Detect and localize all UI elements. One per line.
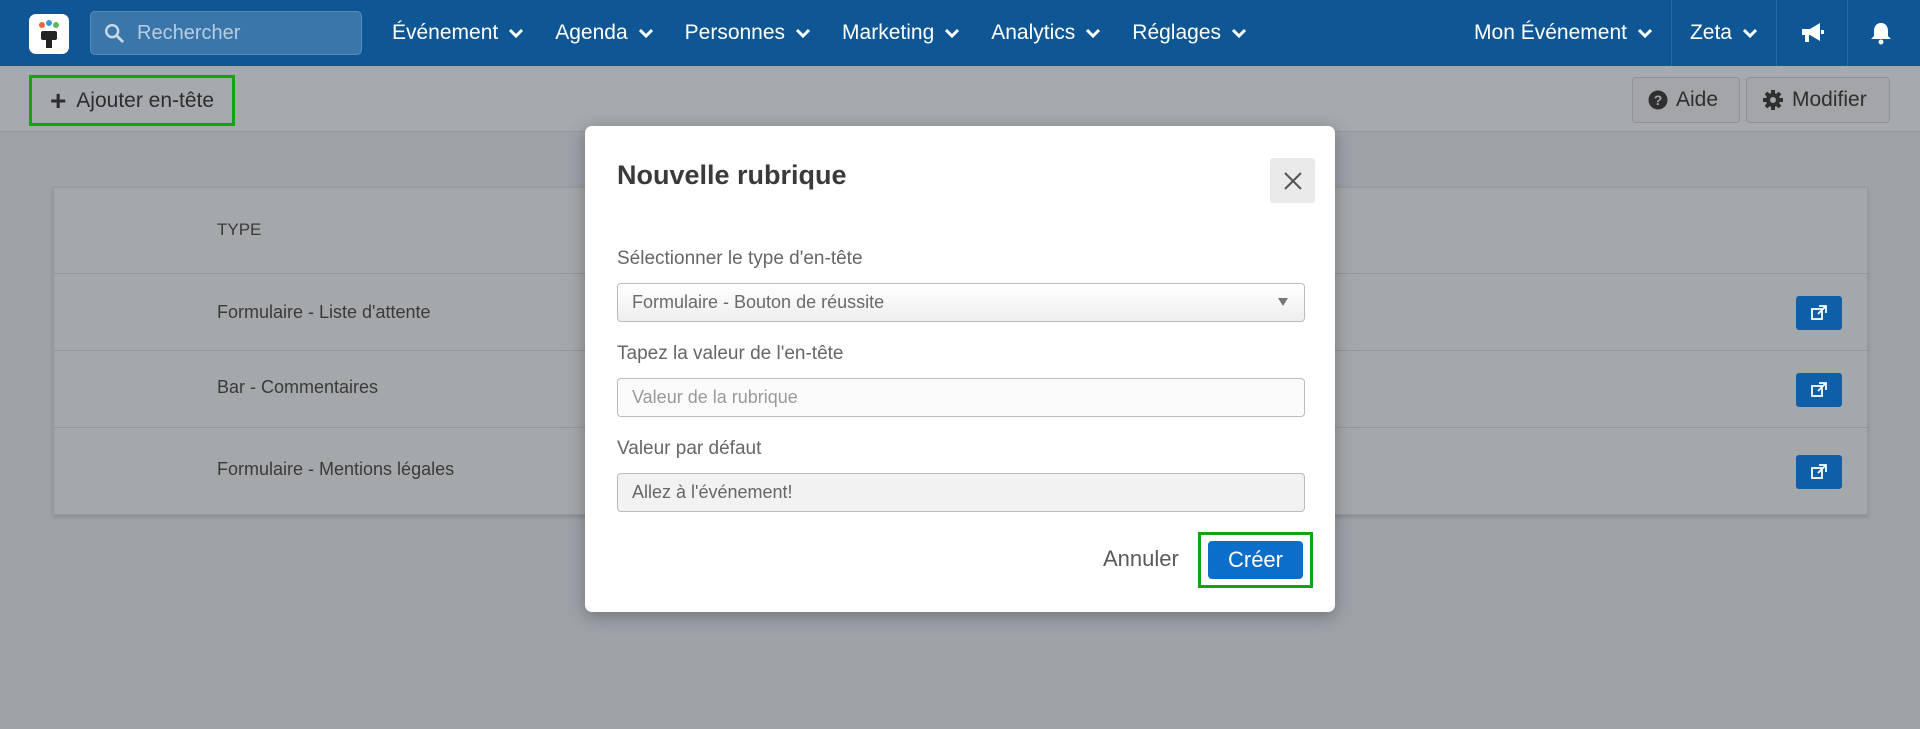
nav-item-analytics[interactable]: Analytics: [991, 21, 1101, 45]
nav-label: Agenda: [555, 21, 628, 44]
edit-label: Modifier: [1792, 88, 1867, 111]
header-type-label: Sélectionner le type d'en-tête: [617, 248, 863, 269]
header-value-placeholder: Valeur de la rubrique: [632, 387, 798, 407]
question-circle-icon: ?: [1648, 90, 1668, 110]
help-label: Aide: [1676, 88, 1719, 111]
default-value-text: Allez à l'événement!: [632, 482, 793, 502]
gear-icon: [1763, 90, 1783, 110]
page-toolbar: + Ajouter en-tête ? Aide Modifier: [0, 66, 1920, 132]
column-header-type: TYPE: [217, 220, 262, 239]
top-navbar: Rechercher Événement Agenda Personnes Ma…: [0, 0, 1920, 66]
plus-icon: +: [49, 84, 67, 116]
create-button-highlight: Créer: [1198, 532, 1313, 588]
event-switcher-label: Mon Événement: [1474, 21, 1627, 44]
modal-title: Nouvelle rubrique: [617, 160, 847, 190]
nav-label: Analytics: [991, 21, 1076, 44]
search-icon: [105, 24, 124, 43]
external-link-icon: [1811, 464, 1827, 479]
nav-item-personnes[interactable]: Personnes: [685, 21, 811, 45]
row-edit-button[interactable]: [1796, 296, 1842, 330]
app-logo[interactable]: [29, 14, 69, 54]
nav-item-agenda[interactable]: Agenda: [555, 21, 653, 45]
nav-label: Marketing: [842, 21, 935, 44]
close-icon: [1283, 171, 1302, 190]
cancel-button[interactable]: Annuler: [1103, 546, 1179, 572]
default-value-label: Valeur par défaut: [617, 438, 762, 459]
edit-button[interactable]: Modifier: [1746, 77, 1890, 123]
search-placeholder: Rechercher: [137, 21, 241, 44]
row-type: Formulaire - Liste d'attente: [217, 302, 431, 322]
close-button[interactable]: [1270, 158, 1315, 203]
navbar-right: Mon Événement Zeta: [1456, 0, 1920, 66]
chevron-down-icon: [945, 28, 960, 39]
header-type-value: Formulaire - Bouton de réussite: [632, 292, 885, 312]
nav-item-marketing[interactable]: Marketing: [842, 21, 960, 45]
chevron-down-icon: [795, 28, 811, 39]
user-menu-label: Zeta: [1689, 21, 1732, 44]
row-edit-button[interactable]: [1796, 373, 1842, 407]
nav-label: Personnes: [684, 21, 786, 44]
create-button[interactable]: Créer: [1208, 541, 1303, 579]
help-button[interactable]: ? Aide: [1632, 77, 1740, 123]
bell-icon: [1871, 23, 1891, 45]
nav-item-reglages[interactable]: Réglages: [1132, 21, 1247, 45]
external-link-icon: [1811, 305, 1827, 320]
chevron-down-icon: [1637, 28, 1653, 39]
search-input[interactable]: Rechercher: [90, 11, 362, 55]
announcements-button[interactable]: [1776, 0, 1847, 66]
chevron-down-icon: [1742, 28, 1758, 39]
megaphone-icon: [1802, 23, 1824, 42]
add-header-button[interactable]: + Ajouter en-tête: [29, 75, 235, 126]
header-value-label: Tapez la valeur de l'en-tête: [617, 343, 844, 364]
chevron-down-icon: [509, 28, 524, 39]
chevron-down-icon: [638, 28, 653, 39]
external-link-icon: [1811, 382, 1827, 397]
event-switcher[interactable]: Mon Événement: [1456, 0, 1671, 66]
row-type: Formulaire - Mentions légales: [217, 459, 455, 479]
main-menu: Événement Agenda Personnes Marketing Ana…: [392, 0, 1278, 66]
svg-text:?: ?: [1654, 92, 1663, 108]
header-value-input[interactable]: Valeur de la rubrique: [617, 378, 1305, 417]
header-type-select[interactable]: Formulaire - Bouton de réussite: [617, 283, 1305, 322]
row-type: Bar - Commentaires: [217, 377, 379, 397]
caret-down-icon: [1278, 298, 1288, 306]
chevron-down-icon: [1231, 28, 1247, 39]
notifications-button[interactable]: [1847, 0, 1920, 66]
user-menu[interactable]: Zeta: [1670, 0, 1776, 66]
nav-label: Réglages: [1132, 21, 1222, 44]
logo-icon: [39, 20, 59, 48]
nav-label: Événement: [392, 21, 499, 44]
nav-item-evenement[interactable]: Événement: [392, 21, 524, 45]
new-header-modal: Nouvelle rubrique Sélectionner le type d…: [585, 126, 1335, 612]
row-edit-button[interactable]: [1796, 455, 1842, 489]
add-header-label: Ajouter en-tête: [76, 88, 215, 112]
chevron-down-icon: [1086, 28, 1101, 39]
default-value-input[interactable]: Allez à l'événement!: [617, 473, 1305, 512]
